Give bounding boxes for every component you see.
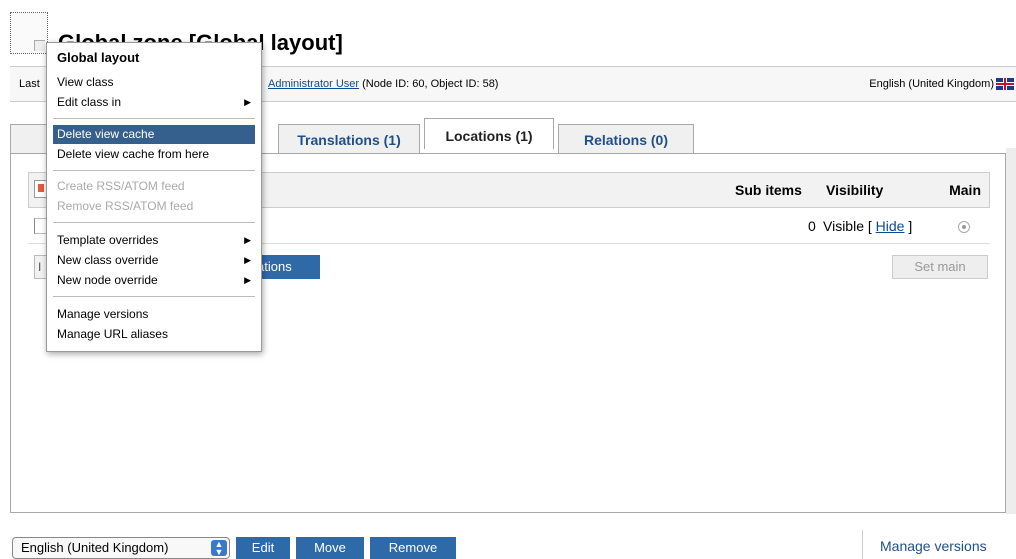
menu-item-delete-view-cache-from-here[interactable]: Delete view cache from here (53, 145, 255, 164)
owner-ids: (Node ID: 60, Object ID: 58) (362, 78, 499, 90)
menu-item-delete-view-cache[interactable]: Delete view cache (53, 125, 255, 144)
panel-shade (1006, 148, 1016, 514)
class-icon[interactable] (10, 12, 48, 54)
menu-item-manage-url-aliases[interactable]: Manage URL aliases (53, 325, 255, 344)
menu-item-template-overrides[interactable]: Template overrides ▶ (53, 231, 255, 250)
owner-link[interactable]: Administrator User (268, 78, 359, 90)
language-select[interactable]: English (United Kingdom) ▲ ▼ (12, 537, 230, 559)
divider (862, 530, 863, 559)
language-select-value: English (United Kingdom) (21, 540, 169, 555)
menu-item-view-class[interactable]: View class (53, 73, 255, 92)
column-visibility: Visibility (826, 182, 884, 198)
hide-link[interactable]: Hide (876, 218, 905, 234)
move-button[interactable]: Move (296, 537, 364, 559)
tab-relations[interactable]: Relations (0) (558, 124, 694, 154)
set-main-button[interactable]: Set main (892, 255, 988, 279)
last-modified-label: Last (19, 78, 40, 90)
submenu-arrow-icon: ▶ (244, 275, 251, 285)
visibility-status: Visible [ (823, 218, 872, 234)
owner-info: Administrator User (Node ID: 60, Object … (268, 78, 498, 90)
column-main: Main (949, 182, 981, 198)
menu-separator (53, 170, 255, 171)
submenu-arrow-icon: ▶ (244, 97, 251, 107)
submenu-arrow-icon: ▶ (244, 235, 251, 245)
menu-separator (53, 296, 255, 297)
visibility-cell: Visible [ Hide ] (823, 218, 912, 234)
uk-flag-icon (996, 78, 1014, 90)
column-sub-items: Sub items (735, 182, 802, 198)
tab-translations[interactable]: Translations (1) (278, 124, 420, 154)
manage-versions-link[interactable]: Manage versions (880, 538, 987, 554)
menu-item-new-node-override[interactable]: New node override ▶ (53, 271, 255, 290)
remove-button[interactable]: Remove (370, 537, 456, 559)
visibility-close: ] (908, 218, 913, 234)
menu-item-manage-versions[interactable]: Manage versions (53, 305, 255, 324)
menu-item-new-class-override[interactable]: New class override ▶ (53, 251, 255, 270)
submenu-arrow-icon: ▶ (244, 255, 251, 265)
edit-button[interactable]: Edit (236, 537, 290, 559)
context-menu: Global layout View class Edit class in ▶ … (46, 42, 262, 352)
sub-items-count: 0 (808, 218, 816, 234)
current-language: English (United Kingdom) (869, 78, 994, 90)
menu-item-edit-class-in[interactable]: Edit class in ▶ (53, 93, 255, 112)
menu-separator (53, 118, 255, 119)
menu-separator (53, 222, 255, 223)
menu-item-remove-rss-feed: Remove RSS/ATOM feed (57, 199, 194, 213)
main-location-radio[interactable] (958, 221, 970, 233)
context-menu-title: Global layout (57, 50, 140, 65)
updown-arrows-icon: ▲ ▼ (211, 540, 227, 557)
tab-locations[interactable]: Locations (1) (424, 118, 554, 149)
menu-item-create-rss-feed: Create RSS/ATOM feed (57, 179, 185, 193)
